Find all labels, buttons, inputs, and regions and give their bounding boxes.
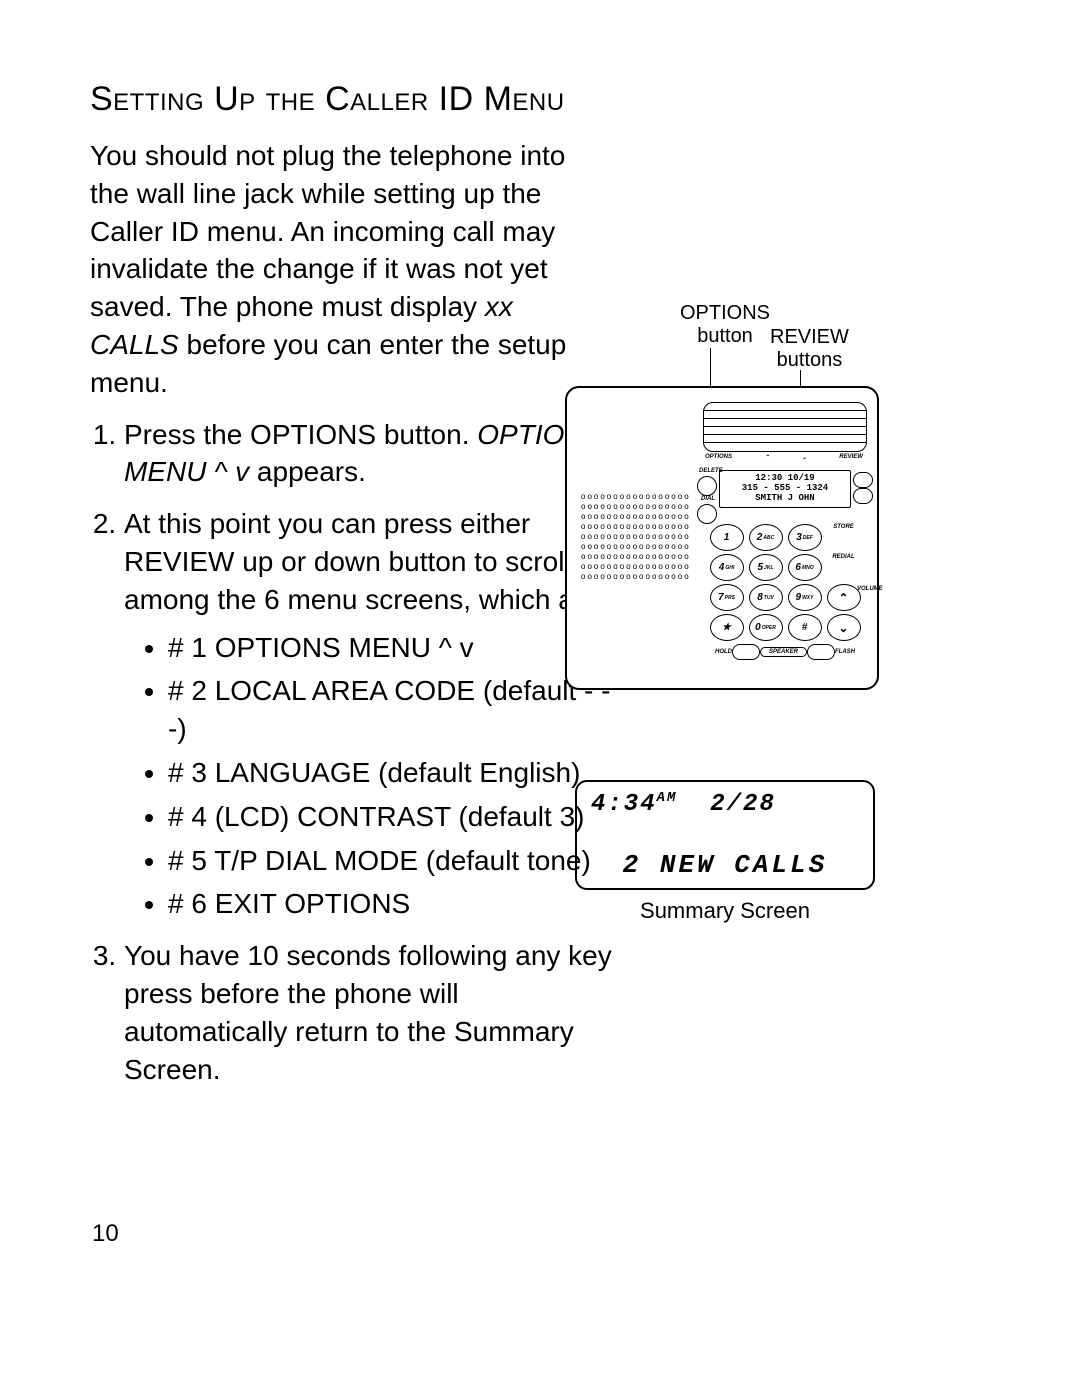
bullet-3: # 3 LANGUAGE (default English): [168, 754, 624, 792]
strip-caret-up-icon: ⌃: [764, 454, 769, 466]
hold-button[interactable]: [732, 644, 760, 660]
strip-review-label: REVIEW: [839, 454, 863, 466]
key-hash[interactable]: #: [788, 614, 822, 641]
label-review-buttons: REVIEW buttons: [770, 326, 849, 372]
steps-list: Press the OPTIONS button. OPTIONS MENU ^…: [90, 416, 624, 1089]
earpiece-bezel: [703, 402, 867, 452]
strip-caret-down-icon: ⌄: [802, 454, 807, 466]
chevron-up-icon: ⌃: [838, 591, 848, 605]
key-1[interactable]: 1: [710, 524, 744, 551]
key-8[interactable]: 8TUV: [749, 584, 783, 611]
button-strip: OPTIONS ⌃ ⌄ REVIEW: [705, 454, 863, 466]
key-9[interactable]: 9WXY: [788, 584, 822, 611]
review-down-button[interactable]: [853, 488, 873, 504]
phone-diagram: OPTIONS button REVIEW buttons oooooooooo…: [565, 386, 885, 690]
bullet-2: # 2 LOCAL AREA CODE (default - - -): [168, 672, 624, 748]
bullet-1: # 1 OPTIONS MENU ^ v: [168, 629, 624, 667]
dial-label: DIAL: [701, 496, 715, 502]
key-8-label: 8: [757, 592, 763, 603]
speaker-button[interactable]: SPEAKER: [760, 647, 807, 657]
key-9-sub: WXY: [802, 595, 813, 601]
bullet-4: # 4 (LCD) CONTRAST (default 3): [168, 798, 624, 836]
key-6[interactable]: 6MNO: [788, 554, 822, 581]
label-options-button: OPTIONS button: [680, 302, 770, 348]
key-0-sub: OPER: [762, 625, 776, 631]
step-3: You have 10 seconds following any key pr…: [124, 937, 624, 1088]
key-2-sub: ABC: [763, 535, 774, 541]
phone-lcd: 12:30 10/19 315 - 555 - 1324 SMITH J OHN: [719, 470, 851, 508]
volume-up-button[interactable]: ⌃: [827, 584, 861, 611]
phone-body: oooooooooooooooooooooooooooooooooooooooo…: [565, 386, 879, 690]
step-2: At this point you can press either REVIE…: [124, 505, 624, 923]
key-7-sub: PRS: [725, 595, 735, 601]
dial-button[interactable]: [697, 504, 717, 524]
summary-line2: 2 NEW CALLS: [591, 850, 859, 880]
summary-date: 2/28: [710, 791, 776, 818]
delete-button[interactable]: [697, 476, 717, 496]
star-icon: ★: [722, 622, 731, 633]
key-2[interactable]: 2ABC: [749, 524, 783, 551]
key-7[interactable]: 7PRS: [710, 584, 744, 611]
key-3[interactable]: 3DEF: [788, 524, 822, 551]
hold-label: HOLD: [715, 649, 732, 655]
key-2-label: 2: [757, 532, 763, 543]
strip-options-label: OPTIONS: [705, 454, 732, 466]
key-1-label: 1: [724, 532, 730, 543]
key-5[interactable]: 5JKL: [749, 554, 783, 581]
key-4-sub: GHI: [725, 565, 734, 571]
volume-down-button[interactable]: ⌄: [827, 614, 861, 641]
key-8-sub: TUV: [764, 595, 774, 601]
key-5-label: 5: [757, 562, 763, 573]
lcd-line3: SMITH J OHN: [720, 494, 850, 504]
bullet-5: # 5 T/P DIAL MODE (default tone): [168, 842, 624, 880]
summary-line1: 4:34AM 2/28: [591, 790, 859, 818]
summary-screen-display: 4:34AM 2/28 2 NEW CALLS: [575, 780, 875, 890]
hash-icon: #: [802, 622, 808, 633]
summary-time: 4:34: [591, 791, 657, 818]
key-0[interactable]: 0OPER: [749, 614, 783, 641]
speaker-grill: oooooooooooooooooooooooooooooooooooooooo…: [581, 492, 691, 582]
key-star[interactable]: ★: [710, 614, 744, 641]
key-0-label: 0: [755, 622, 761, 633]
review-up-button[interactable]: [853, 472, 873, 488]
section-heading: Setting Up the Caller ID Menu: [90, 80, 1010, 119]
intro-paragraph: You should not plug the telephone into t…: [90, 137, 590, 402]
step1-post: appears.: [249, 456, 366, 487]
key-3-sub: DEF: [803, 535, 813, 541]
key-7-label: 7: [718, 592, 724, 603]
step1-pre: Press the OPTIONS button.: [124, 419, 477, 450]
store-label: STORE: [827, 524, 861, 551]
flash-label: FLASH: [835, 649, 855, 655]
key-5-sub: JKL: [764, 565, 773, 571]
bullet-6: # 6 EXIT OPTIONS: [168, 885, 624, 923]
chevron-down-icon: ⌄: [838, 621, 848, 635]
page-number: 10: [92, 1220, 119, 1248]
summary-screen-figure: 4:34AM 2/28 2 NEW CALLS Summary Screen: [575, 780, 875, 924]
step-1: Press the OPTIONS button. OPTIONS MENU ^…: [124, 416, 624, 492]
summary-ampm: AM: [657, 790, 678, 806]
key-4-label: 4: [719, 562, 725, 573]
key-9-label: 9: [796, 592, 802, 603]
key-6-label: 6: [795, 562, 801, 573]
bottom-controls: HOLD SPEAKER FLASH: [715, 644, 855, 660]
key-6-sub: MNO: [802, 565, 814, 571]
summary-caption: Summary Screen: [575, 898, 875, 924]
menu-bullets: # 1 OPTIONS MENU ^ v # 2 LOCAL AREA CODE…: [168, 629, 624, 924]
key-4[interactable]: 4GHI: [710, 554, 744, 581]
redial-label: REDIAL: [827, 554, 861, 581]
volume-label: VOLUME: [857, 586, 883, 592]
flash-button[interactable]: [807, 644, 835, 660]
keypad: 1 2ABC 3DEF STORE 4GHI 5JKL 6MNO REDIAL …: [707, 524, 863, 641]
key-3-label: 3: [796, 532, 802, 543]
step2-text: At this point you can press either REVIE…: [124, 508, 606, 615]
